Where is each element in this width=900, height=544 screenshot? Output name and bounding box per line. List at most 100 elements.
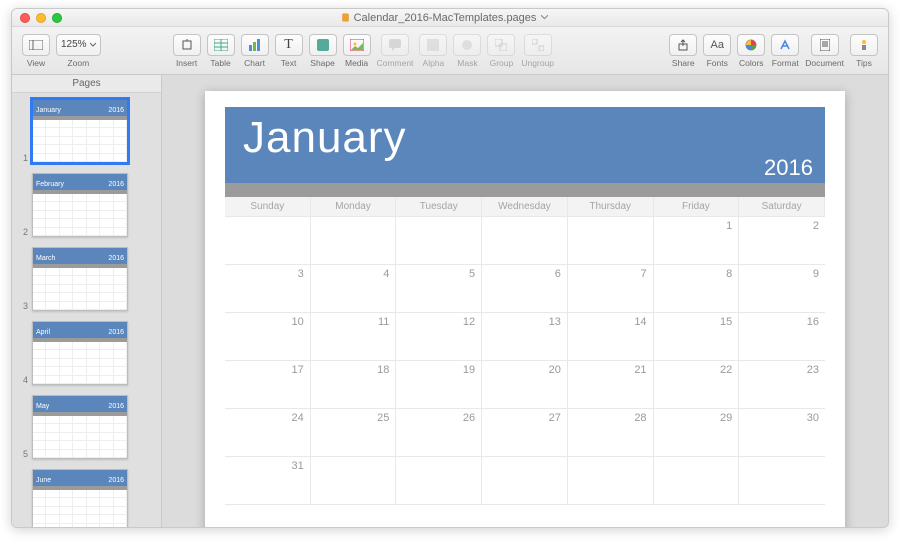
close-icon[interactable] (20, 13, 30, 23)
calendar-grid[interactable]: SundayMondayTuesdayWednesdayThursdayFrid… (225, 197, 825, 505)
calendar-cell[interactable]: 22 (654, 361, 740, 409)
document-button[interactable] (811, 34, 839, 56)
calendar-cell[interactable]: 6 (482, 265, 568, 313)
insert-button[interactable] (173, 34, 201, 56)
calendar-cell[interactable]: 1 (654, 217, 740, 265)
page-thumbnail[interactable]: June2016 (32, 469, 128, 527)
calendar-cell[interactable]: 12 (396, 313, 482, 361)
thumbnail-row[interactable]: 1 January2016 (20, 99, 153, 163)
calendar-cell[interactable]: 25 (311, 409, 397, 457)
document-page[interactable]: January 2016 SundayMondayTuesdayWednesda… (205, 91, 845, 527)
calendar-cell[interactable] (654, 457, 740, 505)
thumb-banner: April2016 (33, 322, 127, 338)
calendar-cell[interactable]: 3 (225, 265, 311, 313)
calendar-cell[interactable]: 16 (739, 313, 825, 361)
format-label: Format (772, 58, 799, 68)
thumbnail-row[interactable]: 2 February2016 (20, 173, 153, 237)
view-button[interactable] (22, 34, 50, 56)
thumbnail-row[interactable]: 4April2016 (20, 321, 153, 385)
page-thumbnail[interactable]: March2016 (32, 247, 128, 311)
text-icon: T (284, 37, 293, 53)
fonts-button[interactable]: Aa (703, 34, 731, 56)
thumb-banner: March2016 (33, 248, 127, 264)
calendar-cell[interactable]: 7 (568, 265, 654, 313)
calendar-cell[interactable] (568, 217, 654, 265)
calendar-cell[interactable]: 21 (568, 361, 654, 409)
thumbnail-row[interactable]: 5May2016 (20, 395, 153, 459)
calendar-cell[interactable] (396, 217, 482, 265)
pages-sidebar: Pages 1January20162February20163March201… (12, 75, 162, 527)
comment-button[interactable] (381, 34, 409, 56)
calendar-cell[interactable] (225, 217, 311, 265)
media-button[interactable] (343, 34, 371, 56)
mask-label: Mask (457, 58, 477, 68)
calendar-cell[interactable]: 26 (396, 409, 482, 457)
calendar-cell[interactable]: 24 (225, 409, 311, 457)
calendar-cell[interactable]: 15 (654, 313, 740, 361)
thumb-banner: February2016 (33, 174, 127, 190)
shape-button[interactable] (309, 34, 337, 56)
thumbnail-list[interactable]: 1 January2016 2 February2016 3 March2016 4Apri… (12, 93, 161, 527)
calendar-cell[interactable]: 29 (654, 409, 740, 457)
maximize-icon[interactable] (52, 13, 62, 23)
page-thumbnail[interactable]: April2016 (32, 321, 128, 385)
table-button[interactable] (207, 34, 235, 56)
calendar-cell[interactable]: 28 (568, 409, 654, 457)
calendar-cell[interactable]: 2 (739, 217, 825, 265)
zoom-value: 125% (61, 39, 87, 50)
calendar-cell[interactable]: 17 (225, 361, 311, 409)
month-banner[interactable]: January 2016 (225, 107, 825, 183)
calendar-cell[interactable] (396, 457, 482, 505)
mask-button[interactable] (453, 34, 481, 56)
dropdown-chevron-icon[interactable] (540, 13, 549, 22)
thumb-banner: June2016 (33, 470, 127, 486)
media-icon (350, 39, 364, 51)
page-number: 3 (20, 301, 28, 311)
group-icon (495, 39, 507, 51)
page-thumbnail[interactable]: February2016 (32, 173, 128, 237)
calendar-cell[interactable]: 13 (482, 313, 568, 361)
calendar-cell[interactable]: 27 (482, 409, 568, 457)
calendar-cell[interactable] (482, 457, 568, 505)
calendar-cell[interactable]: 4 (311, 265, 397, 313)
calendar-cell[interactable]: 11 (311, 313, 397, 361)
calendar-cell[interactable]: 23 (739, 361, 825, 409)
calendar-cell[interactable]: 5 (396, 265, 482, 313)
calendar-cell[interactable]: 31 (225, 457, 311, 505)
colors-button[interactable] (737, 34, 765, 56)
group-button[interactable] (487, 34, 515, 56)
minimize-icon[interactable] (36, 13, 46, 23)
calendar-cell[interactable]: 20 (482, 361, 568, 409)
calendar-cell[interactable]: 10 (225, 313, 311, 361)
ungroup-button[interactable] (524, 34, 552, 56)
table-icon (214, 39, 228, 51)
alpha-button[interactable] (419, 34, 447, 56)
zoom-select[interactable]: 125% (56, 34, 101, 56)
tips-button[interactable] (850, 34, 878, 56)
calendar-cell[interactable]: 19 (396, 361, 482, 409)
page-thumbnail[interactable]: May2016 (32, 395, 128, 459)
calendar-cell[interactable] (739, 457, 825, 505)
chart-button[interactable] (241, 34, 269, 56)
page-thumbnail[interactable]: January2016 (32, 99, 128, 163)
share-button[interactable] (669, 34, 697, 56)
calendar-cell[interactable]: 14 (568, 313, 654, 361)
day-header: Friday (654, 197, 740, 217)
calendar-cell[interactable] (568, 457, 654, 505)
calendar-cell[interactable]: 30 (739, 409, 825, 457)
day-header: Saturday (739, 197, 825, 217)
calendar-cell[interactable] (482, 217, 568, 265)
thumbnail-row[interactable]: 3 March2016 (20, 247, 153, 311)
page-number: 1 (20, 153, 28, 163)
calendar-cell[interactable] (311, 457, 397, 505)
calendar-cell[interactable]: 9 (739, 265, 825, 313)
view-icon (29, 40, 43, 50)
calendar-cell[interactable]: 8 (654, 265, 740, 313)
format-button[interactable] (771, 34, 799, 56)
text-button[interactable]: T (275, 34, 303, 56)
thumbnail-row[interactable]: June2016 (20, 469, 153, 527)
page-number: 2 (20, 227, 28, 237)
calendar-cell[interactable] (311, 217, 397, 265)
calendar-cell[interactable]: 18 (311, 361, 397, 409)
canvas[interactable]: January 2016 SundayMondayTuesdayWednesda… (162, 75, 888, 527)
